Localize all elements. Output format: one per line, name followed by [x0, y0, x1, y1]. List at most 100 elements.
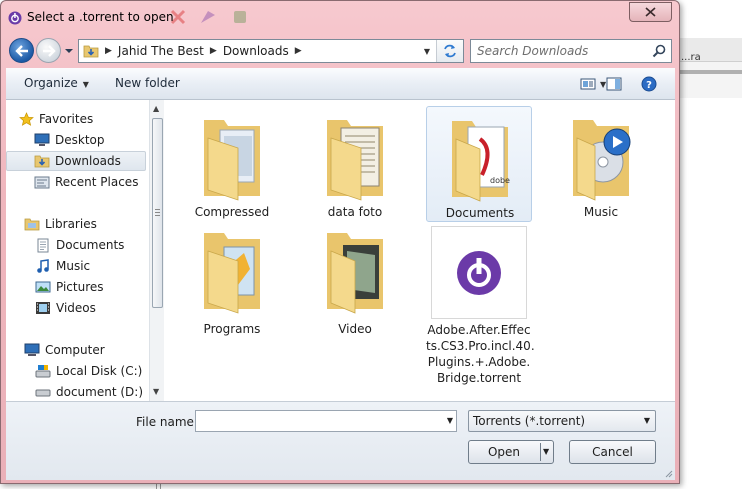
scroll-down-arrow-icon[interactable]: ▼	[153, 387, 159, 396]
title-bar[interactable]: Select a .torrent to open	[1, 1, 679, 33]
bittorrent-icon	[457, 250, 501, 295]
breadcrumb-downloads[interactable]: Downloads	[223, 44, 289, 58]
recent-places-icon	[34, 174, 50, 190]
file-item-torrent[interactable]: Adobe.After.Effec ts.CS3.Pro.incl.40. Pl…	[426, 225, 535, 386]
nav-documents[interactable]: Documents	[6, 235, 146, 255]
ghost-app-icon	[234, 11, 246, 23]
folder-icon: dobe	[452, 121, 510, 202]
file-item-data-foto[interactable]: data foto	[302, 106, 408, 222]
file-list[interactable]: Compressed data foto dobe Documents Musi…	[165, 100, 675, 401]
nav-local-disk-c[interactable]: Local Disk (C:)	[6, 361, 146, 381]
svg-text:?: ?	[646, 80, 652, 91]
file-item-documents[interactable]: dobe Documents	[426, 106, 532, 222]
breadcrumb-arrow-icon[interactable]: ▶	[295, 46, 302, 56]
preview-pane-icon	[606, 77, 622, 91]
nav-libraries[interactable]: Libraries	[6, 214, 146, 234]
chevron-down-icon: ▼	[643, 416, 650, 425]
nav-videos-label: Videos	[56, 301, 96, 315]
organize-menu[interactable]: Organize ▼	[24, 76, 89, 90]
nav-desktop[interactable]: Desktop	[6, 130, 146, 150]
forward-button[interactable]	[36, 38, 61, 63]
nav-desktop-label: Desktop	[55, 133, 105, 147]
breadcrumb-arrow-icon[interactable]: ▶	[210, 46, 217, 56]
folder-icon	[327, 120, 383, 201]
navigation-bar: ▶ Jahid The Best ▶ Downloads ▶ ▼	[1, 35, 679, 65]
nav-local-disk-label: Local Disk (C:)	[56, 364, 143, 378]
downloads-folder-icon	[83, 45, 99, 58]
background-window: ...ra	[678, 38, 742, 98]
address-bar[interactable]: ▶ Jahid The Best ▶ Downloads ▶ ▼	[78, 39, 464, 63]
close-button[interactable]	[629, 2, 672, 22]
help-icon: ?	[641, 76, 657, 92]
file-item-music[interactable]: Music	[548, 106, 654, 222]
nav-favorites[interactable]: Favorites	[6, 109, 146, 129]
file-item-video[interactable]: Video	[302, 223, 408, 339]
window-title: Select a .torrent to open	[27, 10, 174, 24]
ghost-close-icon	[170, 9, 186, 25]
file-item-label: Video	[338, 322, 372, 336]
nav-document-d[interactable]: document (D:)	[6, 382, 146, 401]
split-divider	[540, 443, 541, 461]
background-window-bar	[679, 70, 742, 74]
nav-libraries-label: Libraries	[45, 217, 97, 231]
file-item-label: Documents	[445, 206, 515, 220]
drive-icon	[35, 384, 51, 400]
videos-library-icon	[35, 300, 51, 316]
resize-grip-icon[interactable]	[663, 468, 673, 478]
view-options-icon	[580, 78, 596, 90]
ghost-app-icon	[201, 11, 215, 23]
torrent-file-name: Adobe.After.Effec ts.CS3.Pro.incl.40. Pl…	[426, 322, 535, 386]
preview-pane-button[interactable]	[606, 76, 622, 92]
search-icon[interactable]	[652, 44, 666, 58]
organize-label: Organize	[24, 76, 78, 90]
breadcrumb-jahid-the-best[interactable]: Jahid The Best	[118, 44, 204, 58]
music-library-icon	[35, 258, 51, 274]
open-options-dropdown-icon[interactable]: ▼	[543, 447, 549, 456]
scroll-up-arrow-icon[interactable]: ▲	[153, 104, 159, 113]
torrent-name-line: Bridge.torrent	[436, 371, 522, 385]
help-button[interactable]: ?	[641, 76, 657, 92]
chevron-down-icon[interactable]: ▼	[447, 416, 453, 425]
new-folder-label: New folder	[115, 76, 180, 90]
change-view-button[interactable]: ▼	[580, 76, 606, 92]
scroll-thumb[interactable]	[152, 118, 163, 308]
chevron-down-icon: ▼	[82, 80, 89, 89]
nav-pictures-label: Pictures	[56, 280, 104, 294]
nav-computer[interactable]: Computer	[6, 340, 146, 360]
file-name-label: File name:	[136, 415, 198, 429]
nav-computer-label: Computer	[45, 343, 105, 357]
nav-document-d-label: document (D:)	[56, 385, 144, 399]
documents-library-icon	[35, 237, 51, 253]
nav-videos[interactable]: Videos	[6, 298, 146, 318]
dialog-footer: File name: ▼ Torrents (*.torrent) ▼ Open…	[6, 401, 675, 480]
open-button[interactable]: Open ▼	[468, 440, 554, 464]
arrow-left-icon	[14, 44, 28, 57]
address-history-dropdown[interactable]: ▼	[420, 40, 434, 62]
file-name-input[interactable]	[200, 413, 430, 429]
file-name-combobox[interactable]: ▼	[195, 410, 457, 432]
nav-music[interactable]: Music	[6, 256, 146, 276]
computer-icon	[24, 342, 40, 358]
close-icon	[645, 7, 656, 17]
cancel-button[interactable]: Cancel	[569, 440, 656, 464]
search-input[interactable]	[477, 43, 647, 59]
recent-pages-dropdown[interactable]	[64, 46, 74, 56]
nav-pictures[interactable]: Pictures	[6, 277, 146, 297]
file-type-select[interactable]: Torrents (*.torrent) ▼	[468, 410, 656, 432]
torrent-name-line: Plugins.+.Adobe.	[427, 355, 531, 369]
refresh-button[interactable]	[436, 40, 463, 62]
navigation-pane[interactable]: Favorites Desktop Downloads Recent Place…	[6, 100, 149, 401]
torrent-thumbnail	[431, 226, 527, 319]
nav-downloads[interactable]: Downloads	[6, 151, 146, 171]
back-button[interactable]	[9, 38, 34, 63]
file-item-label: Music	[583, 205, 619, 219]
file-item-compressed[interactable]: Compressed	[179, 106, 285, 222]
nav-recent-places[interactable]: Recent Places	[6, 172, 146, 192]
pictures-library-icon	[35, 279, 51, 295]
nav-scrollbar[interactable]: ▲ ▼	[149, 100, 164, 401]
breadcrumb-arrow-icon[interactable]: ▶	[105, 46, 112, 56]
search-box[interactable]	[470, 39, 672, 63]
new-folder-button[interactable]: New folder	[115, 76, 180, 90]
file-item-programs[interactable]: Programs	[179, 223, 285, 339]
star-icon	[18, 111, 34, 127]
